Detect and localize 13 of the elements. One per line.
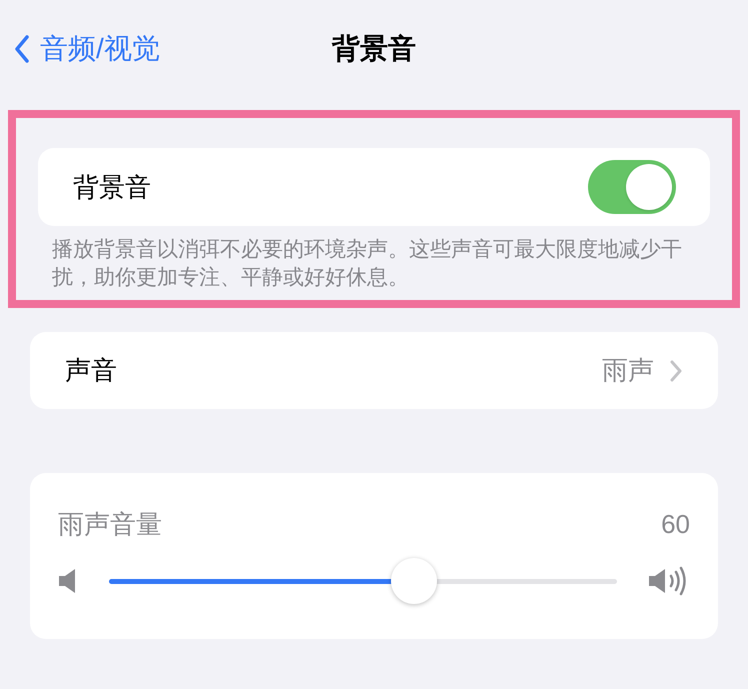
setting-label: 声音 bbox=[65, 354, 117, 387]
speaker-icon bbox=[58, 568, 78, 594]
toggle-switch[interactable] bbox=[588, 160, 676, 214]
slider-thumb[interactable] bbox=[390, 558, 437, 604]
volume-reading: 60 bbox=[661, 508, 690, 541]
chevron-right-icon bbox=[670, 360, 682, 382]
description-text: 播放背景音以消弭不必要的环境杂声。这些声音可最大限度地减少干扰，助你更加专注、平静或好好休息。 bbox=[52, 237, 683, 291]
sound-selector[interactable]: 雨声 bbox=[602, 351, 682, 390]
setting-label: 背景音 bbox=[73, 170, 151, 204]
page-title: 背景音 bbox=[332, 32, 416, 66]
chevron-left-icon bbox=[14, 35, 30, 63]
back-button[interactable]: 音频/视觉 bbox=[14, 28, 160, 70]
volume-label: 雨声音量 bbox=[58, 508, 162, 541]
